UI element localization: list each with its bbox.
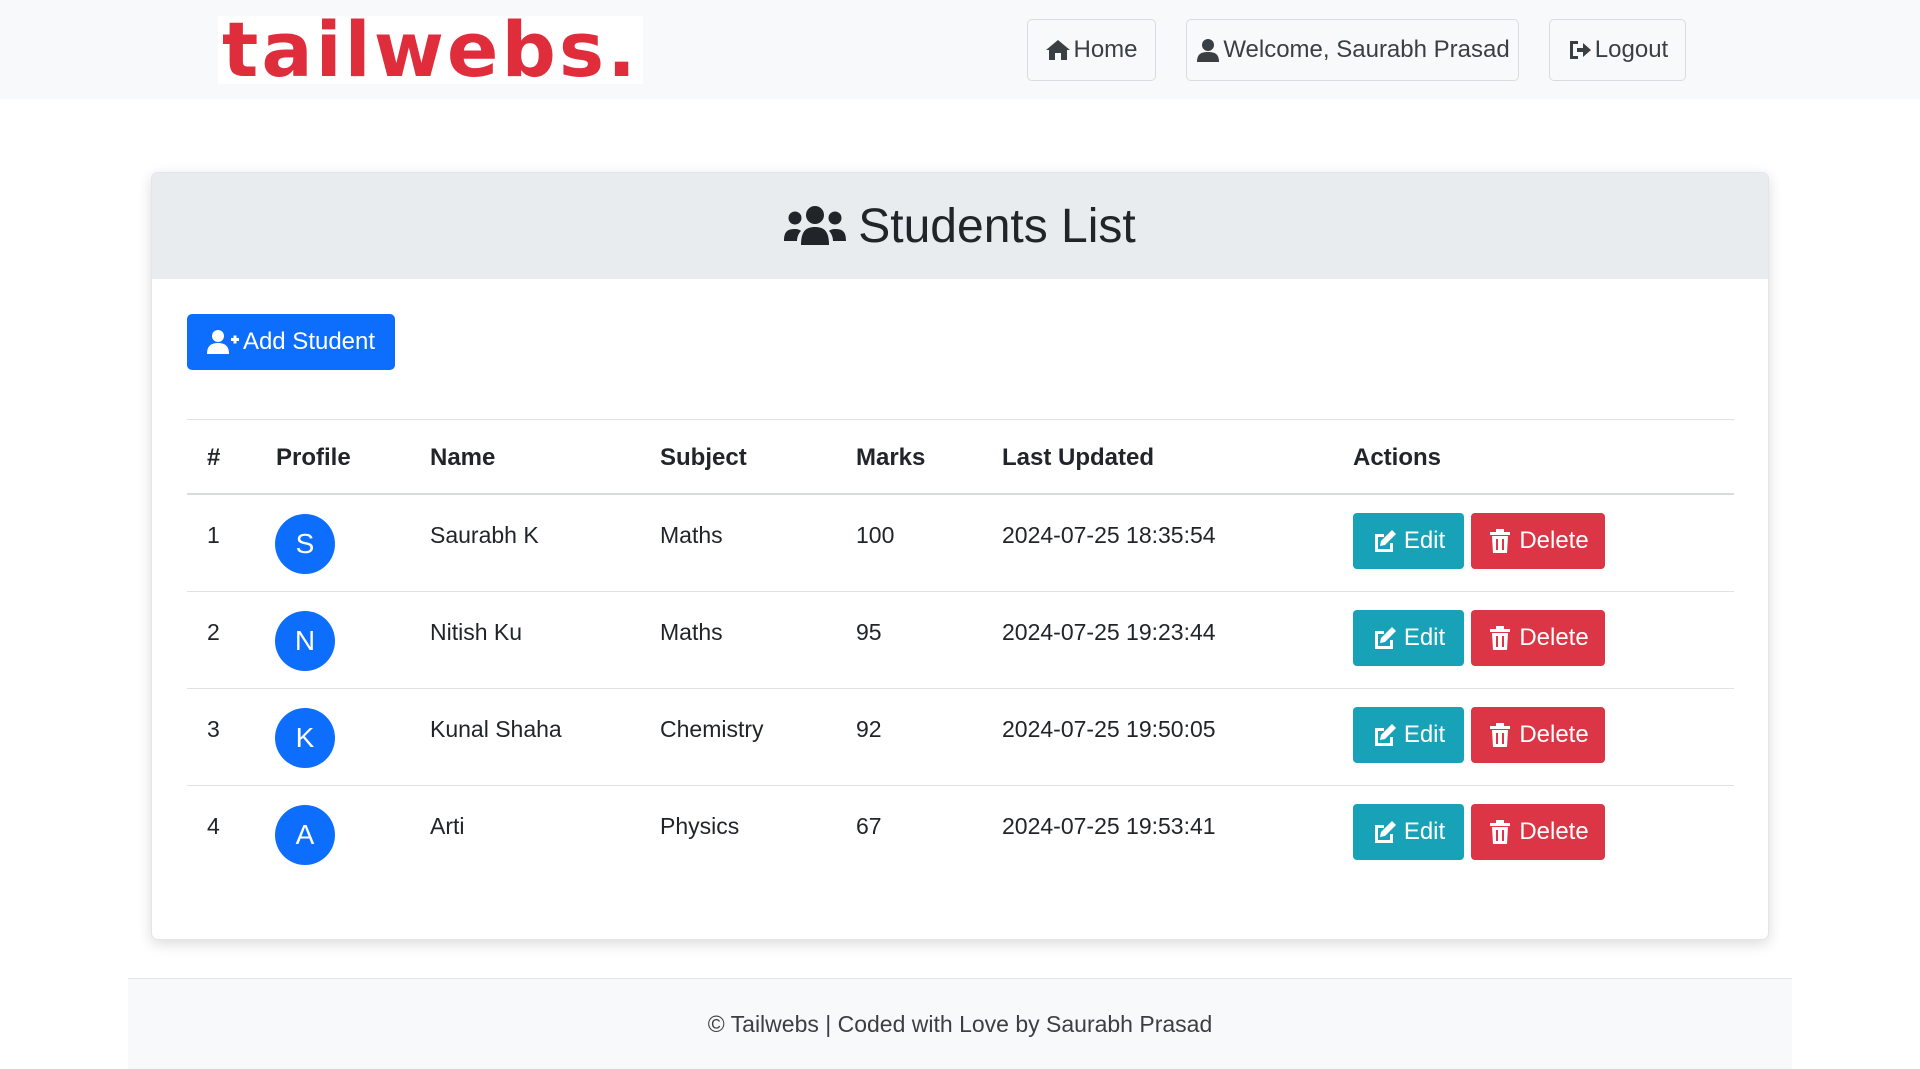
delete-button[interactable]: Delete bbox=[1471, 513, 1605, 569]
last-updated: 2024-07-25 19:50:05 bbox=[1002, 716, 1216, 742]
brand-logo[interactable]: tailwebs. bbox=[218, 12, 643, 88]
student-marks: 67 bbox=[856, 813, 882, 839]
home-icon bbox=[1046, 40, 1071, 60]
row-number: 1 bbox=[207, 522, 220, 548]
table-header: # Profile Name Subject Marks Last Update… bbox=[187, 420, 1734, 495]
student-marks: 95 bbox=[856, 619, 882, 645]
last-updated: 2024-07-25 19:23:44 bbox=[1002, 619, 1216, 645]
student-name: Arti bbox=[430, 813, 465, 839]
home-button[interactable]: Home bbox=[1027, 19, 1156, 81]
user-icon bbox=[1197, 39, 1220, 62]
student-subject: Maths bbox=[660, 522, 723, 548]
edit-button[interactable]: Edit bbox=[1353, 513, 1464, 569]
footer: © Tailwebs | Coded with Love by Saurabh … bbox=[128, 978, 1792, 1069]
last-updated: 2024-07-25 18:35:54 bbox=[1002, 522, 1216, 548]
student-name: Saurabh K bbox=[430, 522, 539, 548]
last-updated: 2024-07-25 19:53:41 bbox=[1002, 813, 1216, 839]
delete-button[interactable]: Delete bbox=[1471, 610, 1605, 666]
trash-icon bbox=[1490, 529, 1511, 553]
students-table: # Profile Name Subject Marks Last Update… bbox=[187, 419, 1734, 883]
student-subject: Maths bbox=[660, 619, 723, 645]
edit-label: Edit bbox=[1403, 818, 1446, 845]
edit-icon bbox=[1374, 724, 1396, 746]
avatar: S bbox=[275, 514, 335, 574]
header-marks: Marks bbox=[856, 444, 926, 471]
trash-icon bbox=[1490, 723, 1511, 747]
home-label: Home bbox=[1073, 36, 1138, 63]
logout-label: Logout bbox=[1594, 36, 1669, 63]
student-name: Kunal Shaha bbox=[430, 716, 562, 742]
users-icon bbox=[784, 206, 847, 245]
delete-label: Delete bbox=[1519, 721, 1589, 748]
trash-icon bbox=[1490, 626, 1511, 650]
header-name: Name bbox=[430, 444, 496, 471]
header-subject: Subject bbox=[660, 444, 747, 471]
header-actions: Actions bbox=[1353, 444, 1442, 471]
student-subject: Physics bbox=[660, 813, 740, 839]
edit-label: Edit bbox=[1403, 721, 1446, 748]
delete-label: Delete bbox=[1519, 624, 1589, 651]
delete-button[interactable]: Delete bbox=[1471, 804, 1605, 860]
edit-icon bbox=[1374, 627, 1396, 649]
card-header: Students List bbox=[152, 173, 1768, 279]
delete-label: Delete bbox=[1519, 818, 1589, 845]
avatar: A bbox=[275, 805, 335, 865]
student-subject: Chemistry bbox=[660, 716, 764, 742]
logout-button[interactable]: Logout bbox=[1549, 19, 1686, 81]
edit-label: Edit bbox=[1403, 624, 1446, 651]
footer-text: © Tailwebs | Coded with Love by Saurabh … bbox=[707, 1010, 1213, 1037]
welcome-label: Welcome, Saurabh Prasad bbox=[1223, 36, 1510, 63]
table-row: 3 K Kunal Shaha Chemistry 92 2024-07-25 … bbox=[187, 689, 1734, 786]
header-profile: Profile bbox=[276, 444, 351, 471]
add-student-button[interactable]: Add Student bbox=[187, 314, 395, 370]
students-card: Students List Add Student # Profile Name… bbox=[151, 172, 1769, 940]
edit-icon bbox=[1374, 530, 1396, 552]
header-num: # bbox=[207, 444, 221, 471]
user-plus-icon bbox=[206, 330, 239, 354]
student-name: Nitish Ku bbox=[430, 619, 523, 645]
welcome-user-button[interactable]: Welcome, Saurabh Prasad bbox=[1186, 19, 1519, 81]
avatar: K bbox=[275, 708, 335, 768]
row-number: 2 bbox=[207, 619, 220, 645]
edit-icon bbox=[1374, 821, 1396, 843]
row-number: 4 bbox=[207, 813, 220, 839]
student-marks: 100 bbox=[856, 522, 895, 548]
logout-icon bbox=[1569, 41, 1591, 59]
avatar: N bbox=[275, 611, 335, 671]
edit-button[interactable]: Edit bbox=[1353, 804, 1464, 860]
table-row: 4 A Arti Physics 67 2024-07-25 19:53:41 … bbox=[187, 786, 1734, 883]
trash-icon bbox=[1490, 820, 1511, 844]
header-last-updated: Last Updated bbox=[1002, 444, 1155, 471]
delete-button[interactable]: Delete bbox=[1471, 707, 1605, 763]
row-number: 3 bbox=[207, 716, 220, 742]
page-title: Students List bbox=[858, 199, 1136, 253]
navbar: tailwebs. Home Welcome, Saurabh Prasad L… bbox=[0, 0, 1920, 99]
add-student-label: Add Student bbox=[242, 328, 376, 355]
student-marks: 92 bbox=[856, 716, 882, 742]
edit-button[interactable]: Edit bbox=[1353, 610, 1464, 666]
edit-button[interactable]: Edit bbox=[1353, 707, 1464, 763]
table-row: 1 S Saurabh K Maths 100 2024-07-25 18:35… bbox=[187, 495, 1734, 592]
delete-label: Delete bbox=[1519, 527, 1589, 554]
table-row: 2 N Nitish Ku Maths 95 2024-07-25 19:23:… bbox=[187, 592, 1734, 689]
edit-label: Edit bbox=[1403, 527, 1446, 554]
